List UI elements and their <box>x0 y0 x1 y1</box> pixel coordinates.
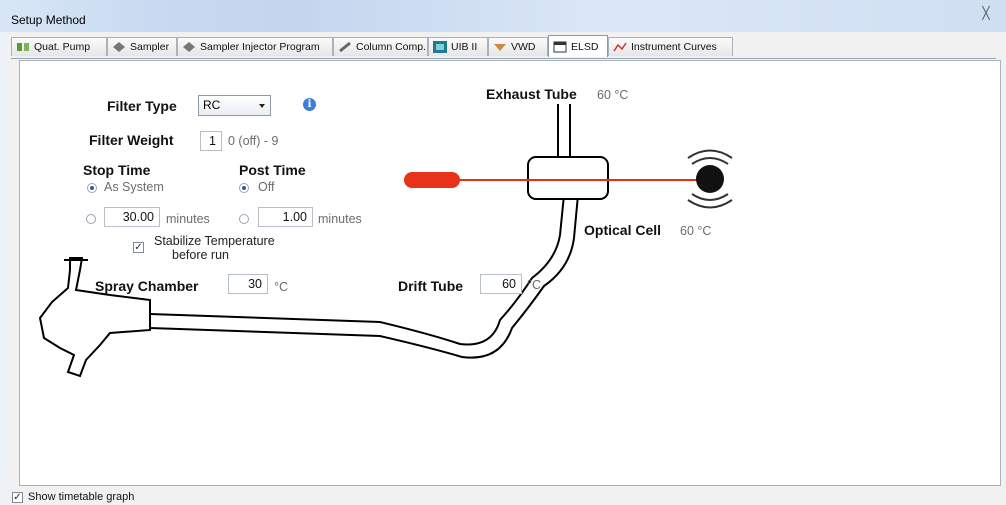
show-timetable-checkbox[interactable]: ✓ <box>12 491 23 503</box>
post-time-label: Post Time <box>239 162 306 178</box>
filter-type-value: RC <box>203 98 221 112</box>
sampler-icon <box>112 41 126 53</box>
tab-label: UIB II <box>451 41 478 53</box>
stabilize-temperature-label: Stabilize Temperature <box>154 234 275 248</box>
elsd-panel <box>19 60 1001 486</box>
post-time-unit: minutes <box>318 212 362 226</box>
optical-cell-label: Optical Cell <box>584 222 662 238</box>
column-icon <box>338 41 352 53</box>
tab-quat-pump[interactable]: Quat. Pump <box>11 37 107 56</box>
tab-label: Instrument Curves <box>631 41 717 53</box>
left-border <box>0 32 10 505</box>
tab-vwd[interactable]: VWD <box>488 37 548 56</box>
stabilize-temperature-checkbox[interactable]: ✓ <box>133 242 144 253</box>
tab-label: ELSD <box>571 40 599 53</box>
tab-label: Sampler <box>130 41 170 53</box>
post-time-minutes-radio[interactable] <box>239 214 249 224</box>
post-time-input[interactable]: 1.00 <box>258 207 313 227</box>
close-icon[interactable]: ╳ <box>972 3 1000 23</box>
tab-uib-ii[interactable]: UIB II <box>428 37 488 56</box>
spray-chamber-label: Spray Chamber <box>95 278 199 294</box>
drift-tube-label: Drift Tube <box>398 278 464 294</box>
stop-time-label: Stop Time <box>83 162 151 178</box>
vwd-icon <box>493 41 507 53</box>
curves-icon <box>613 41 627 53</box>
tab-elsd[interactable]: ELSD <box>548 35 608 57</box>
spray-chamber-unit: °C <box>274 280 289 294</box>
filter-type-select[interactable]: RC <box>198 95 271 116</box>
filter-weight-range: 0 (off) - 9 <box>228 134 279 148</box>
tab-strip: Quat. Pump Sampler Sampler Injector Prog… <box>11 35 996 59</box>
post-time-off-label: Off <box>258 180 275 194</box>
elsd-icon <box>553 41 567 53</box>
exhaust-tube-temp: 60 °C <box>597 88 629 102</box>
stop-time-as-system-radio[interactable] <box>87 183 97 193</box>
show-timetable-row: ✓ Show timetable graph <box>12 491 134 503</box>
exhaust-tube-label: Exhaust Tube <box>486 86 577 102</box>
window-title: Setup Method <box>11 13 86 27</box>
stop-time-as-system-label: As System <box>104 180 164 194</box>
post-time-off-radio[interactable] <box>239 183 249 193</box>
optical-cell-temp: 60 °C <box>680 224 712 238</box>
tab-sampler[interactable]: Sampler <box>107 37 177 56</box>
uib-icon <box>433 41 447 53</box>
tab-label: Sampler Injector Program <box>200 41 320 53</box>
filter-weight-input[interactable]: 1 <box>200 131 222 151</box>
stabilize-temperature-label-2: before run <box>172 248 229 262</box>
spray-chamber-input[interactable]: 30 <box>228 274 268 294</box>
show-timetable-label: Show timetable graph <box>28 491 135 503</box>
pump-icon <box>16 41 30 53</box>
drift-tube-input[interactable]: 60 <box>480 274 522 294</box>
chevron-down-icon <box>259 104 265 108</box>
tab-label: Column Comp. <box>356 41 427 53</box>
tab-label: VWD <box>511 41 536 53</box>
filter-weight-label: Filter Weight <box>89 132 174 148</box>
tab-sampler-injector-program[interactable]: Sampler Injector Program <box>177 37 333 56</box>
window-titlebar: Setup Method ╳ <box>0 0 1006 32</box>
stop-time-minutes-radio[interactable] <box>86 214 96 224</box>
stop-time-input[interactable]: 30.00 <box>104 207 160 227</box>
tab-instrument-curves[interactable]: Instrument Curves <box>608 37 733 56</box>
tab-column-comp[interactable]: Column Comp. <box>333 37 428 56</box>
stop-time-unit: minutes <box>166 212 210 226</box>
info-icon[interactable]: i <box>303 98 316 111</box>
tab-label: Quat. Pump <box>34 41 91 53</box>
drift-tube-unit: °C <box>527 278 542 292</box>
sampler-icon <box>182 41 196 53</box>
filter-type-label: Filter Type <box>107 98 177 114</box>
